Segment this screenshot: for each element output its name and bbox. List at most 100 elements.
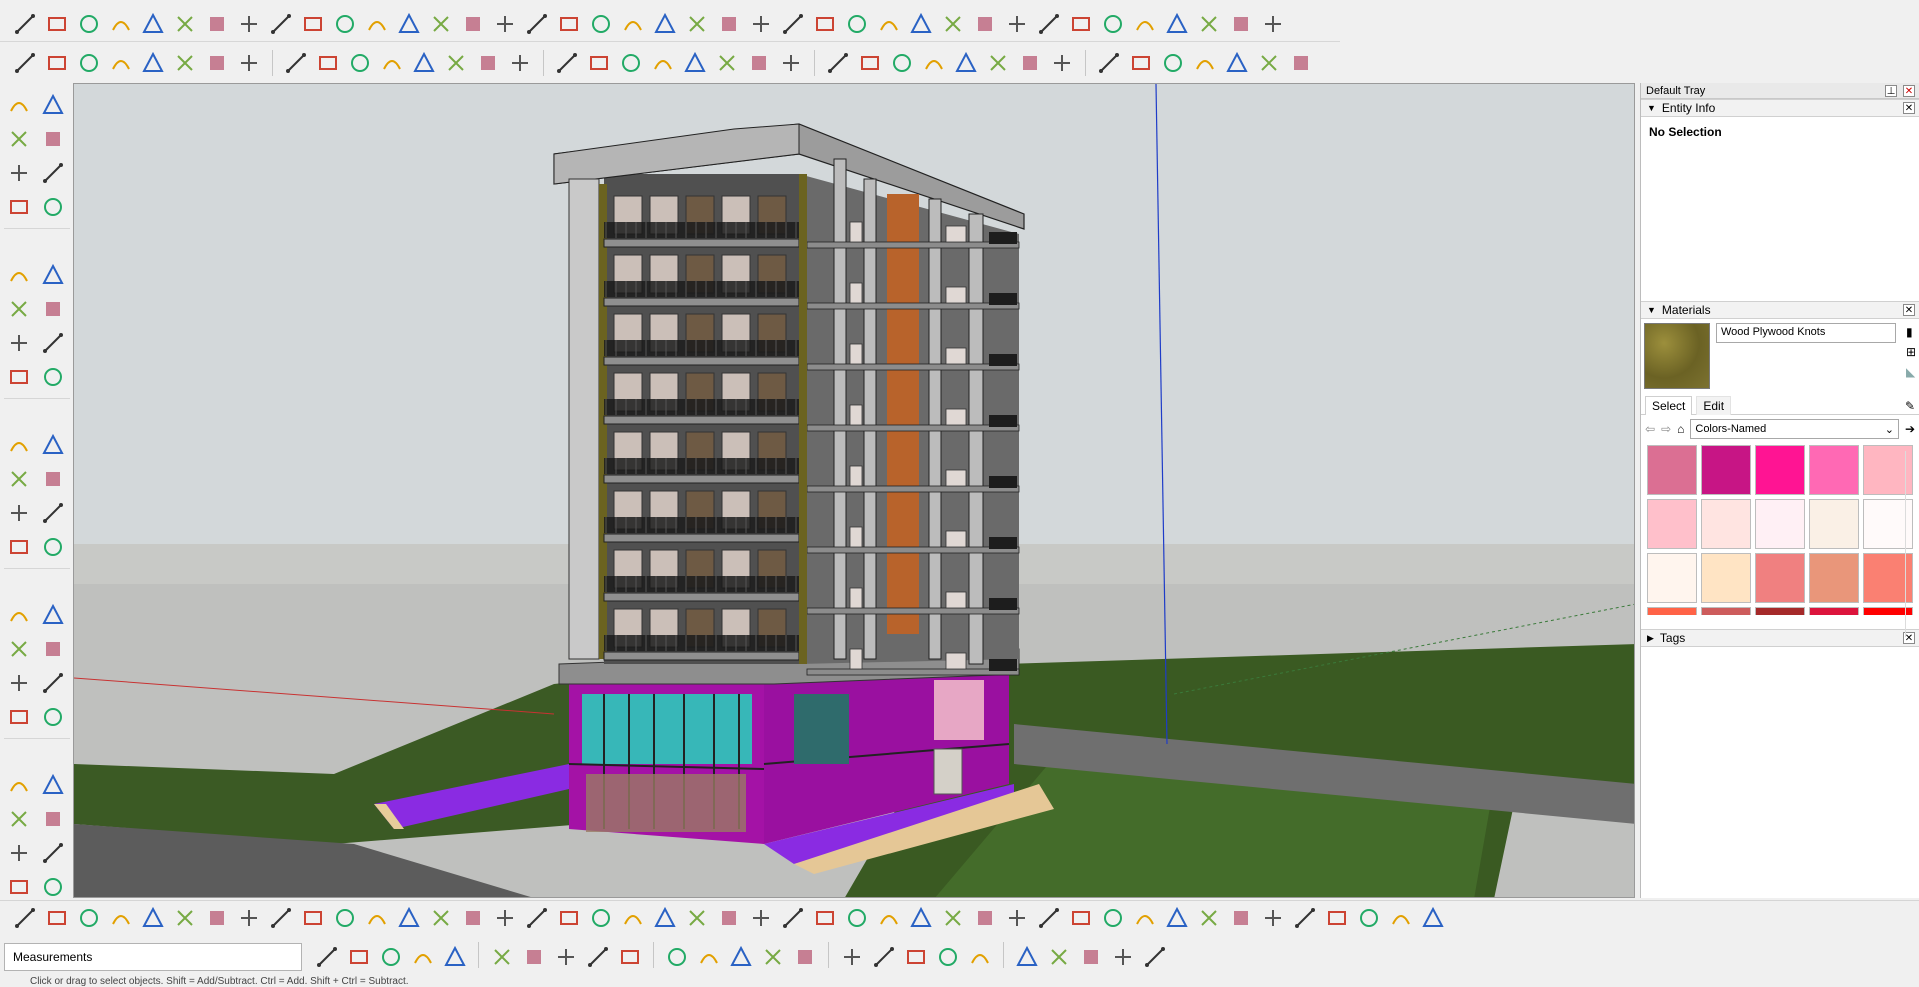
gate-icon[interactable] [970, 9, 1000, 39]
flip-icon[interactable] [616, 48, 646, 78]
red-pencil-icon[interactable] [855, 48, 885, 78]
material-swatch[interactable] [1809, 553, 1859, 603]
grid-dots-icon[interactable] [650, 903, 680, 933]
bezier-icon[interactable] [330, 9, 360, 39]
roof-peak-icon[interactable] [552, 48, 582, 78]
material-swatch[interactable] [1647, 553, 1697, 603]
cone-star-icon[interactable] [714, 903, 744, 933]
materials-header[interactable]: ▼ Materials ✕ [1641, 301, 1919, 319]
paste-icon[interactable] [345, 48, 375, 78]
camera-icon[interactable] [234, 903, 264, 933]
close-icon[interactable]: ✕ [1903, 102, 1915, 114]
move-icon[interactable] [4, 362, 34, 392]
material-swatch[interactable] [1809, 607, 1859, 615]
red-sphere-icon[interactable] [1094, 48, 1124, 78]
measurements-box[interactable]: Measurements [4, 943, 302, 971]
ladder-icon[interactable] [441, 48, 471, 78]
arc-dots-icon[interactable] [1386, 903, 1416, 933]
magnet-icon[interactable] [938, 903, 968, 933]
tab-select[interactable]: Select [1645, 396, 1693, 415]
stairs-icon[interactable] [522, 9, 552, 39]
box-group-icon[interactable] [202, 48, 232, 78]
cube-star-icon[interactable] [1130, 903, 1160, 933]
polygon-icon[interactable] [38, 260, 68, 290]
cube-icon[interactable] [234, 48, 264, 78]
flag-icon[interactable] [362, 903, 392, 933]
trim-icon[interactable] [490, 9, 520, 39]
maximize-icon[interactable] [790, 942, 820, 972]
walk-icon[interactable] [4, 804, 34, 834]
material-swatch[interactable] [1809, 445, 1859, 495]
forward-arrow-icon[interactable]: ⇨ [1661, 422, 1671, 436]
roof-icon[interactable] [106, 48, 136, 78]
pin-icon[interactable] [938, 9, 968, 39]
entity-info-header[interactable]: ▼ Entity Info ✕ [1641, 99, 1919, 117]
look-around-icon[interactable] [38, 770, 68, 800]
material-swatch[interactable] [1701, 607, 1751, 615]
zoom-prev-icon[interactable] [1044, 942, 1074, 972]
material-name-field[interactable]: Wood Plywood Knots [1716, 323, 1896, 343]
dimension-icon[interactable] [38, 498, 68, 528]
zoom-window-icon[interactable] [965, 942, 995, 972]
material-5-icon[interactable] [138, 903, 168, 933]
create-material-icon[interactable]: ⊞ [1906, 345, 1916, 359]
pan-icon[interactable] [38, 634, 68, 664]
previous-view-icon[interactable] [38, 702, 68, 732]
node-curve-icon[interactable] [522, 903, 552, 933]
window-icon[interactable] [10, 48, 40, 78]
red-arrow-icon[interactable] [1222, 48, 1252, 78]
box-plain-icon[interactable] [583, 942, 613, 972]
pie-icon[interactable] [38, 328, 68, 358]
table-icon[interactable] [330, 903, 360, 933]
pin-icon[interactable]: ⊥ [1885, 84, 1897, 97]
puzzle-icon[interactable] [970, 903, 1000, 933]
hatch-icon[interactable] [1034, 9, 1064, 39]
red-badge-icon[interactable] [1098, 903, 1128, 933]
sphere-icon[interactable] [266, 9, 296, 39]
scissors-icon[interactable] [106, 9, 136, 39]
cone-icon[interactable] [682, 903, 712, 933]
multi-line-icon[interactable] [776, 48, 806, 78]
mesh-icon[interactable] [1162, 9, 1192, 39]
rotate-icon[interactable] [4, 430, 34, 460]
orange-box-icon[interactable] [298, 903, 328, 933]
axes-icon[interactable] [4, 600, 34, 630]
select-icon[interactable] [4, 90, 34, 120]
extents-icon[interactable] [312, 942, 342, 972]
material-swatch[interactable] [1701, 553, 1751, 603]
arrow-icon[interactable] [662, 942, 692, 972]
close-icon[interactable]: ✕ [1903, 304, 1915, 316]
dome-icon[interactable] [874, 9, 904, 39]
grid-frame-icon[interactable] [1194, 903, 1224, 933]
node-line-icon[interactable] [490, 903, 520, 933]
chamfer-icon[interactable] [394, 9, 424, 39]
blue-cup-icon[interactable] [1158, 48, 1188, 78]
line-node-icon[interactable] [440, 942, 470, 972]
rotate-cube-icon[interactable] [1066, 903, 1096, 933]
warning-icon[interactable] [746, 903, 776, 933]
three-point-arc-icon[interactable] [4, 328, 34, 358]
grid-box-icon[interactable] [615, 942, 645, 972]
sync-icon[interactable] [202, 903, 232, 933]
move-icon[interactable] [726, 942, 756, 972]
pentagon-solid-icon[interactable] [1015, 48, 1045, 78]
ramp-icon[interactable] [842, 9, 872, 39]
pan-hand-icon[interactable] [901, 942, 931, 972]
circle-icon[interactable] [4, 260, 34, 290]
connector-icon[interactable] [426, 903, 456, 933]
zoom-icon[interactable] [4, 668, 34, 698]
home-icon[interactable]: ⌂ [1677, 422, 1684, 436]
zoom-extents-icon[interactable] [4, 702, 34, 732]
component-icon[interactable] [170, 48, 200, 78]
amber-grid-icon[interactable] [1258, 903, 1288, 933]
material-3-icon[interactable] [74, 903, 104, 933]
swatch-scrollbar[interactable] [1905, 451, 1917, 637]
bevel-icon[interactable] [1194, 9, 1224, 39]
material-swatch[interactable] [1701, 445, 1751, 495]
door-icon[interactable] [42, 48, 72, 78]
spiral-icon[interactable] [778, 903, 808, 933]
rectangle-icon[interactable] [4, 192, 34, 222]
eraser-icon[interactable] [38, 124, 68, 154]
offset-icon[interactable] [458, 9, 488, 39]
screen-icon[interactable] [1066, 9, 1096, 39]
